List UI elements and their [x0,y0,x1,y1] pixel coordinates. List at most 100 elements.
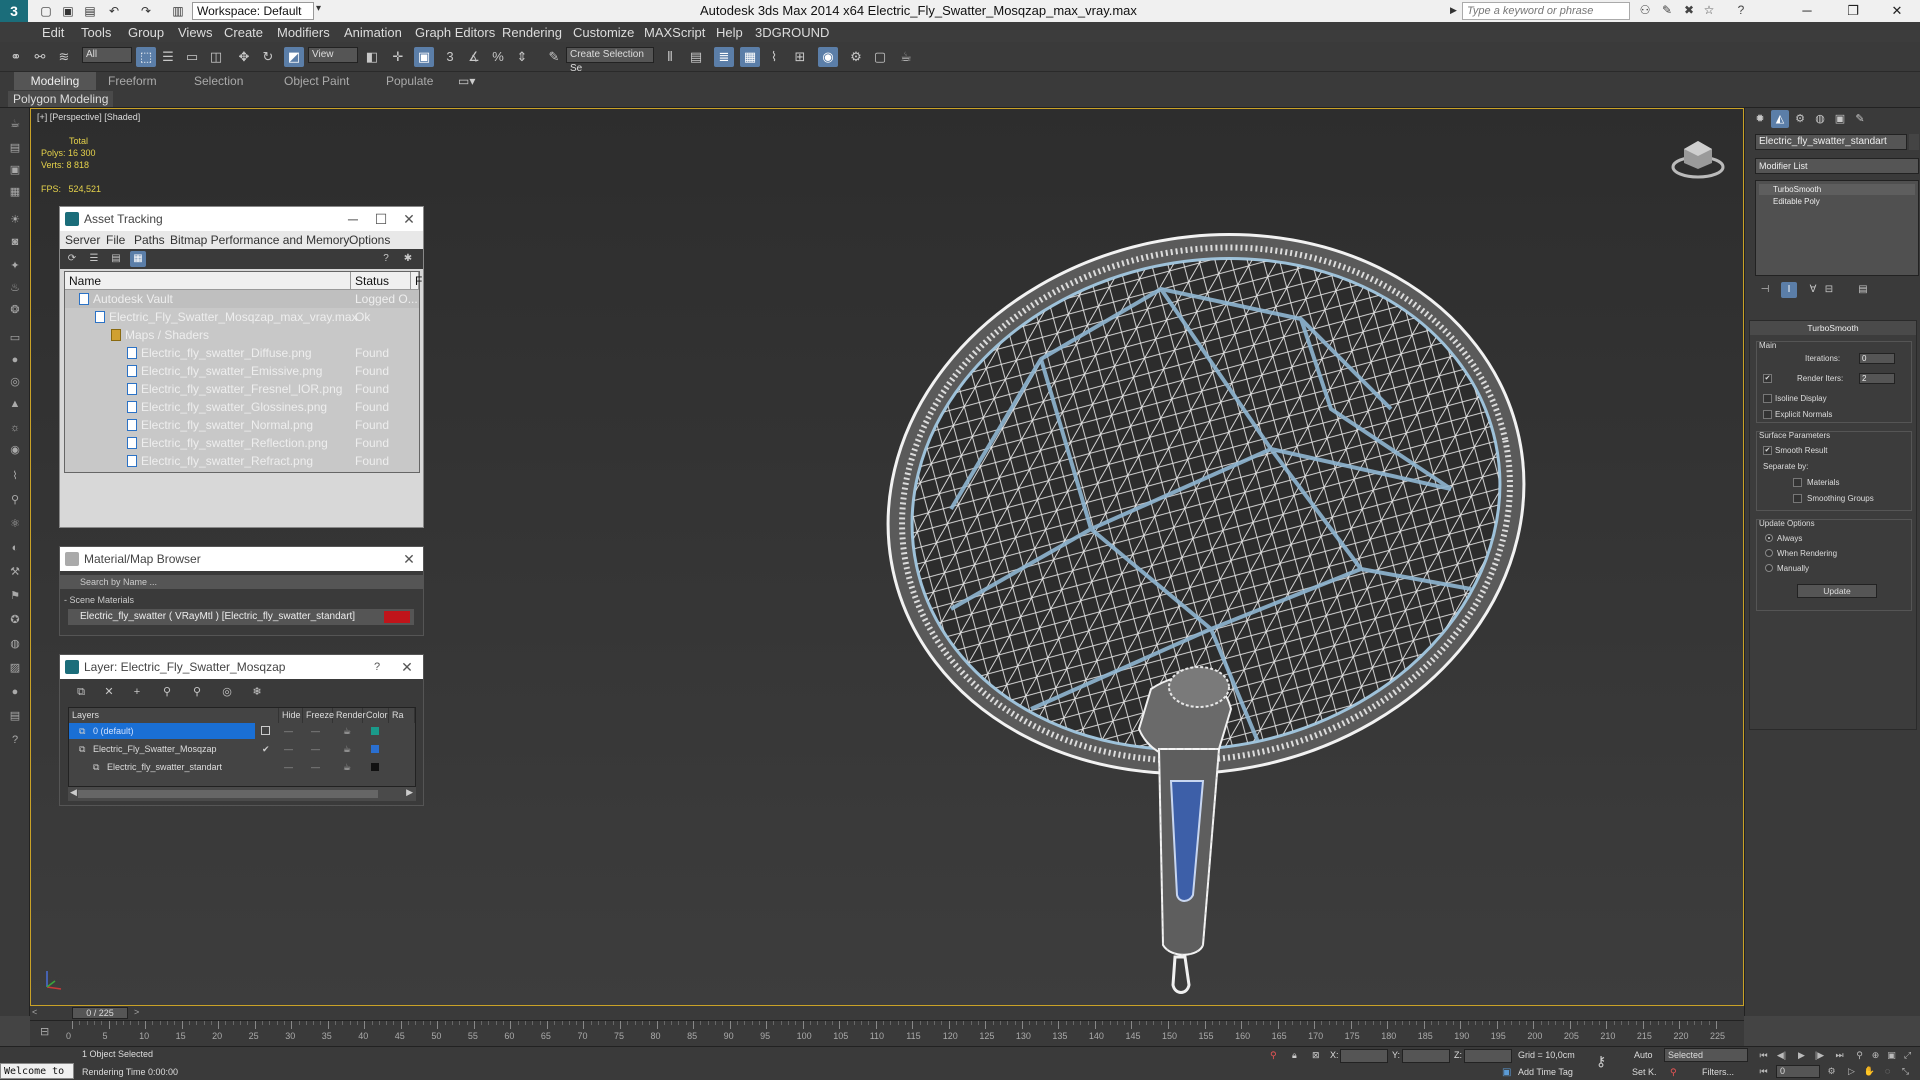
subscription-icon[interactable]: ✎ [1658,3,1676,19]
stack-item-editable-poly[interactable]: Editable Poly [1759,196,1915,207]
help-button[interactable]: ? [365,655,389,679]
create-tab-icon[interactable]: ✹ [1751,110,1769,128]
slider-next-icon[interactable]: > [134,1007,139,1017]
min-max-toggle-icon[interactable]: ⤡ [1898,1065,1913,1078]
hide-toggle-icon[interactable]: — [284,723,293,739]
display-icon[interactable]: ◐ [6,540,24,556]
named-selection-dropdown[interactable]: Create Selection Se [566,47,654,74]
help-circle-icon[interactable]: ? [6,732,24,748]
material-editor-icon[interactable]: ◉ [818,47,838,67]
asset-row[interactable]: Electric_fly_swatter_Fresnel_IOR.png Foun… [65,380,419,398]
rectangular-selection-icon[interactable]: ▭ [182,47,202,67]
asset-row[interactable]: Electric_fly_swatter_Glossines.png Found [65,398,419,416]
project-folder-icon[interactable]: ▥ [170,3,186,19]
undo-icon[interactable]: ↶ [106,3,122,19]
camera-icon[interactable]: ◙ [6,234,24,250]
menu-server[interactable]: Server [65,233,100,247]
freeze-toggle-icon[interactable]: — [311,723,320,739]
lock-selection-icon[interactable]: 🔒︎ [1292,1050,1297,1061]
go-to-end-icon[interactable]: ⏭ [1832,1049,1847,1062]
layer-row[interactable]: ⧉ 0 (default) — — ☕ [69,723,415,739]
minimize-button[interactable]: ─ [1784,0,1830,22]
list-view-icon[interactable]: ☰ [86,251,102,267]
pivot-center-icon[interactable]: ◧ [362,47,382,67]
rect-shape-icon[interactable]: ▭ [6,330,24,346]
sun-icon[interactable]: ☼ [6,420,24,436]
maximize-icon[interactable]: ☐ [369,207,393,231]
orb-icon[interactable]: ◉ [6,442,24,458]
tab-selection[interactable]: Selection [194,74,243,88]
display-tab-icon[interactable]: ▣ [1831,110,1849,128]
redo-icon[interactable]: ↷ [138,3,154,19]
menu-maxscript[interactable]: MAXScript [644,25,705,40]
zoom-all-icon[interactable]: ⊕ [1868,1049,1883,1062]
layer-row[interactable]: ⧉ Electric_fly_swatter_standart — — ☕ [69,759,415,775]
layer-dialog-title[interactable]: Layer: Electric_Fly_Swatter_Mosqzap ? ✕ [60,655,423,679]
utilities-tab-icon[interactable]: ✎ [1851,110,1869,128]
list-icon[interactable]: ▤ [6,708,24,724]
scale-icon[interactable]: ◩ [284,47,304,67]
freeze-toggle-icon[interactable]: — [311,741,320,757]
details-view-icon[interactable]: ▦ [130,251,146,267]
track-bar[interactable]: ⊟ 0 5 10 15 20 25 30 35 40 45 50 55 60 65 70 75 80 85 90 95… [30,1020,1744,1046]
snaps-toggle-icon[interactable]: 3 [440,47,460,67]
absolute-mode-icon[interactable]: ⊠ [1312,1050,1320,1061]
column-color[interactable]: Color [363,708,389,723]
save-icon[interactable]: ▤ [82,3,98,19]
time-tag-icon[interactable]: ▣ [1502,1067,1511,1078]
close-icon[interactable]: ✕ [397,547,421,571]
select-object-icon[interactable]: ⬚ [136,47,156,67]
pin-stack-icon[interactable]: ⊣ [1757,282,1773,298]
layer-color-swatch[interactable] [371,763,379,771]
asset-row[interactable]: Electric_fly_swatter_Normal.png Found [65,416,419,434]
close-icon[interactable]: ✕ [397,207,421,231]
modifier-list-dropdown[interactable]: Modifier List [1755,158,1919,174]
modify-tab-icon[interactable]: ◭ [1771,110,1789,128]
angle-snap-icon[interactable]: ∡ [464,47,484,67]
link-icon[interactable]: ⚭ [6,47,26,67]
tab-populate[interactable]: Populate [386,74,433,88]
maximize-button[interactable]: ❐ [1830,0,1876,22]
add-time-tag[interactable]: Add Time Tag [1518,1067,1573,1077]
menu-rendering[interactable]: Rendering [502,25,562,40]
key-filters-button[interactable]: Filters... [1702,1067,1734,1077]
select-layer-icon[interactable]: ⚲ [158,683,176,701]
curve-editor-icon[interactable]: ⌇ [764,47,784,67]
manually-radio[interactable] [1765,564,1773,572]
light-icon[interactable]: ☀ [6,212,24,228]
asset-row[interactable]: Electric_fly_swatter_Reflection.png Found [65,434,419,452]
auto-key-button[interactable]: Auto [1634,1050,1653,1060]
maxscript-listener[interactable]: Welcome to [0,1063,74,1079]
layer-row[interactable]: ⧉ Electric_Fly_Swatter_Mosqzap — — ☕ ✔ [69,741,415,757]
rotate-icon[interactable]: ↻ [258,47,278,67]
asset-tracking-title[interactable]: Asset Tracking ─ ☐ ✕ [60,207,423,231]
highlight-layer-icon[interactable]: ⚲ [188,683,206,701]
hierarchy-tab-icon[interactable]: ⚙ [1791,110,1809,128]
play-icon[interactable]: ▶ [1794,1049,1809,1062]
iterations-spinner[interactable]: 0 [1859,353,1895,364]
z-coord-field[interactable] [1464,1049,1512,1063]
grid-icon[interactable]: ▦ [6,184,24,200]
delete-layer-icon[interactable]: ✕ [100,683,118,701]
edit-named-selection-icon[interactable]: ✎ [544,47,564,67]
make-unique-icon[interactable]: ∀ [1805,282,1821,298]
current-layer-checkbox[interactable] [261,726,270,735]
render-icon[interactable]: ✪ [6,612,24,628]
menu-3dground[interactable]: 3DGROUND [755,25,829,40]
key-mode-icon[interactable]: ⏮ [1756,1065,1771,1078]
align-icon[interactable]: ▤ [686,47,706,67]
layer-color-swatch[interactable] [371,727,379,735]
modifier-icon[interactable]: ⌇ [6,468,24,484]
select-by-name-icon[interactable]: ☰ [158,47,178,67]
spinner-snap-icon[interactable]: ⇕ [512,47,532,67]
current-frame-field[interactable]: 0 [1776,1065,1820,1078]
tab-freeform[interactable]: Freeform [108,74,157,88]
menu-bitmap-performance[interactable]: Bitmap Performance and Memory [170,233,349,247]
materials-checkbox[interactable] [1793,478,1802,487]
asset-row[interactable]: Electric_fly_swatter_Diffuse.png Found [65,344,419,362]
isoline-display-checkbox[interactable] [1763,394,1772,403]
render-toggle-icon[interactable]: ☕ [343,759,351,775]
column-status[interactable]: Status [351,272,411,290]
show-end-result-icon[interactable]: I [1781,282,1797,298]
open-icon[interactable]: ▣ [60,3,76,19]
